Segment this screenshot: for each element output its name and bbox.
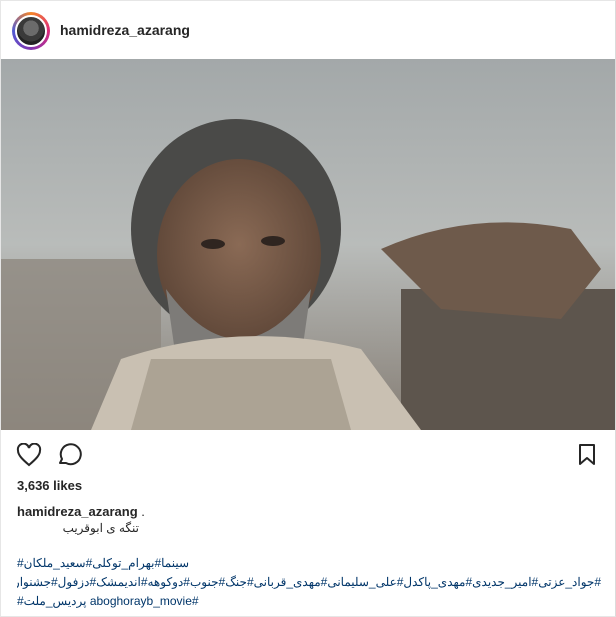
likes-count[interactable]: 3,636 likes <box>17 478 82 493</box>
caption-username-row: hamidreza_azarang . <box>17 504 145 519</box>
post-photo <box>1 59 615 430</box>
comment-icon[interactable] <box>56 443 82 472</box>
bookmark-icon[interactable] <box>577 443 597 472</box>
avatar-image <box>15 15 47 47</box>
caption-text: تنگه ی ابوقریب <box>62 521 139 535</box>
caption-username[interactable]: hamidreza_azarang <box>17 504 138 519</box>
post-header: hamidreza_azarang <box>1 1 615 59</box>
action-bar <box>1 433 615 477</box>
post-username[interactable]: hamidreza_azarang <box>60 22 190 38</box>
avatar[interactable] <box>12 12 50 50</box>
instagram-post: hamidreza_azarang 3,636 likes hamidreza_… <box>0 0 616 617</box>
hashtags-line[interactable]: سینما#بهرام_توکلی#سعید_ملکان# <box>17 556 601 570</box>
hashtags-line[interactable]: #جواد_عزتی#امیر_جدیدی#مهدی_پاکدل#علی_سلی… <box>17 575 601 589</box>
heart-icon[interactable] <box>16 442 42 472</box>
caption-dot: . <box>141 504 145 519</box>
photo-illustration <box>1 59 615 430</box>
hashtags-line[interactable]: #aboghorayb_movie پردیس_ملت# <box>17 594 601 608</box>
